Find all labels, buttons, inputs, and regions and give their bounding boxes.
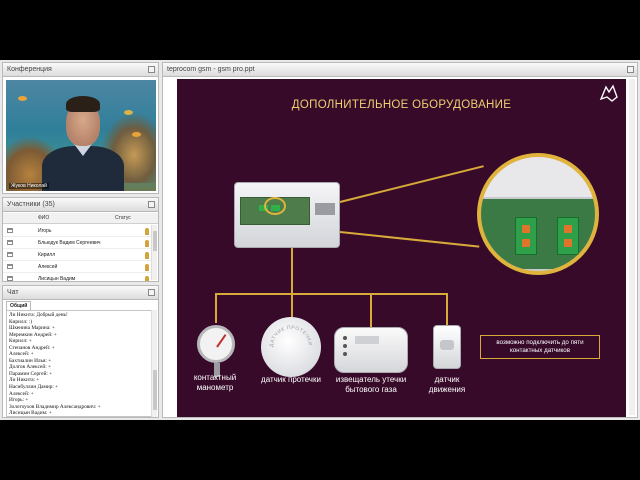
panel-menu-icon[interactable] bbox=[148, 201, 155, 208]
caption-gas: извещатель утечки бытового газа bbox=[335, 375, 407, 394]
zoom-screw bbox=[522, 239, 530, 247]
bus-drop-line bbox=[291, 248, 293, 294]
zoom-connector-top bbox=[339, 165, 484, 203]
status-icon bbox=[145, 264, 149, 271]
gas-detector-icon bbox=[334, 327, 408, 373]
chat-message: Лисицын Вадим: + bbox=[9, 410, 52, 417]
participant-name: Бльюдук Вадим Сергеевич bbox=[38, 240, 101, 246]
participants-panel: Участники (35) ФИО Статус Игорь Бльюдук … bbox=[2, 197, 159, 282]
participant-row[interactable]: Алексей bbox=[3, 261, 151, 273]
participant-name: Кирилл bbox=[38, 252, 56, 258]
participants-table-header: ФИО Статус bbox=[3, 213, 158, 224]
fish bbox=[132, 132, 141, 137]
zoom-terminal-block bbox=[557, 217, 579, 255]
presentation-scrollbar[interactable] bbox=[629, 79, 635, 415]
chat-tab-general[interactable]: Общий bbox=[6, 301, 32, 310]
participant-icon bbox=[7, 276, 13, 281]
participant-name: Игорь bbox=[38, 228, 52, 234]
device-label bbox=[315, 203, 335, 215]
participant-row[interactable]: Бльюдук Вадим Сергеевич bbox=[3, 237, 151, 249]
chat-log: Ли Никита: Добрый день! Кирилл: :) Шкени… bbox=[6, 310, 152, 417]
leak-sensor-lettering: ДАТЧИК ПРОТЕЧКИ bbox=[269, 325, 313, 347]
participants-panel-title: Участники (35) bbox=[3, 198, 158, 212]
status-icon bbox=[145, 252, 149, 259]
fish bbox=[124, 110, 133, 115]
participant-name: Лисицын Вадим bbox=[38, 276, 76, 282]
zoom-screw bbox=[564, 239, 572, 247]
conference-panel-title: Конференция bbox=[3, 63, 158, 77]
panel-menu-icon[interactable] bbox=[148, 289, 155, 296]
caption-leak: датчик протечки bbox=[261, 375, 321, 384]
column-header-status[interactable]: Статус bbox=[115, 213, 131, 224]
highlight-ring bbox=[264, 197, 286, 215]
chat-panel-title: Чат bbox=[3, 286, 158, 300]
chat-scrollbar[interactable] bbox=[151, 310, 157, 417]
presentation-panel: teprocom gsm - gsm pro.ppt ДОПОЛНИТЕЛЬНО… bbox=[162, 62, 638, 418]
sensor-limit-note: возможно подключить до пяти контактных д… bbox=[480, 335, 600, 359]
caption-gauge: контактный манометр bbox=[193, 373, 237, 392]
status-icon bbox=[145, 228, 149, 235]
chat-panel: Чат Общий Ли Никита: Добрый день! Кирилл… bbox=[2, 285, 159, 418]
caption-motion: датчик движения bbox=[428, 375, 466, 394]
participant-icon bbox=[7, 228, 13, 233]
participant-row[interactable]: Игорь bbox=[3, 225, 151, 237]
zoom-case bbox=[481, 157, 595, 197]
leak-sensor-icon: ДАТЧИК ПРОТЕЧКИ bbox=[261, 317, 321, 377]
conference-panel: Конференция Жуков Николай bbox=[2, 62, 159, 194]
sensor-bus-line bbox=[215, 293, 447, 295]
pressure-gauge-icon bbox=[197, 325, 235, 377]
gsm-device-image bbox=[234, 182, 340, 248]
participant-icon bbox=[7, 252, 13, 257]
participant-icon bbox=[7, 264, 13, 269]
led bbox=[343, 352, 347, 356]
detector-label bbox=[355, 336, 379, 344]
panel-menu-icon[interactable] bbox=[148, 66, 155, 73]
teprocom-logo-icon bbox=[599, 84, 618, 102]
drop-gauge bbox=[215, 293, 217, 323]
scrollbar-thumb[interactable] bbox=[153, 231, 157, 251]
participants-scrollbar[interactable] bbox=[151, 225, 157, 280]
svg-text:ДАТЧИК ПРОТЕЧКИ: ДАТЧИК ПРОТЕЧКИ bbox=[269, 325, 313, 347]
gauge-needle bbox=[216, 334, 227, 348]
presenter-name: Жуков Николай bbox=[9, 183, 49, 189]
drop-motion bbox=[446, 293, 448, 325]
participant-row[interactable]: Лисицын Вадим bbox=[3, 273, 151, 282]
column-header-name[interactable]: ФИО bbox=[38, 213, 49, 224]
led bbox=[343, 344, 347, 348]
status-icon bbox=[145, 240, 149, 247]
zoomed-terminal-image bbox=[477, 153, 599, 275]
conference-app: Конференция Жуков Николай Участники (35)… bbox=[0, 60, 640, 420]
zoom-terminal-block bbox=[515, 217, 537, 255]
participant-icon bbox=[7, 240, 13, 245]
panel-menu-icon[interactable] bbox=[627, 66, 634, 73]
status-icon bbox=[145, 276, 149, 281]
presentation-title: teprocom gsm - gsm pro.ppt bbox=[163, 63, 637, 77]
zoom-connector-bottom bbox=[339, 231, 480, 248]
fish bbox=[18, 96, 27, 101]
slide: ДОПОЛНИТЕЛЬНОЕ ОБОРУДОВАНИЕ ДАТЧИК ПРОТЕ… bbox=[177, 79, 626, 417]
drop-gas bbox=[370, 293, 372, 327]
presenter-hair bbox=[66, 96, 100, 112]
zoom-board bbox=[481, 199, 595, 269]
webcam-video: Жуков Николай bbox=[6, 80, 156, 191]
motion-lens bbox=[440, 340, 454, 350]
slide-heading: ДОПОЛНИТЕЛЬНОЕ ОБОРУДОВАНИЕ bbox=[291, 99, 512, 111]
participant-row[interactable]: Кирилл bbox=[3, 249, 151, 261]
drop-leak bbox=[291, 293, 293, 317]
led bbox=[343, 336, 347, 340]
zoom-screw bbox=[522, 225, 530, 233]
motion-sensor-icon bbox=[433, 325, 461, 369]
scrollbar-thumb[interactable] bbox=[153, 370, 157, 410]
participant-name: Алексей bbox=[38, 264, 58, 270]
zoom-screw bbox=[564, 225, 572, 233]
